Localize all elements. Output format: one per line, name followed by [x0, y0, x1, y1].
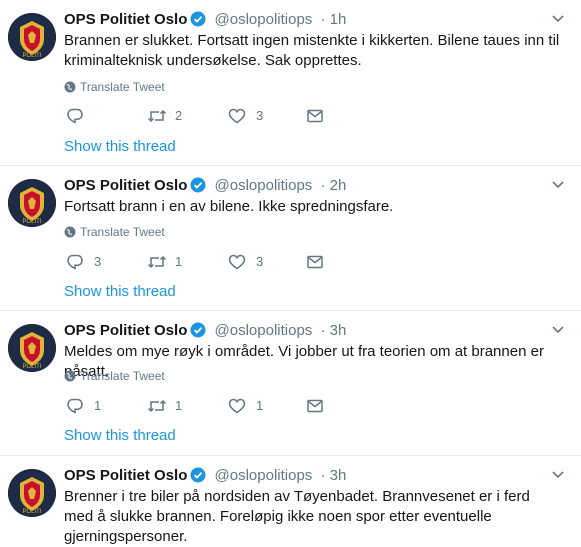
like-count: 3: [256, 108, 264, 123]
author-name[interactable]: OPS Politiet Oslo: [64, 11, 187, 28]
retweet-count: 1: [175, 398, 183, 413]
police-badge-icon: POLITI: [8, 469, 56, 517]
retweet-icon: [147, 109, 167, 123]
globe-icon: [64, 81, 76, 93]
author-name[interactable]: OPS Politiet Oslo: [64, 467, 187, 484]
tweet-actions: 2 3: [64, 106, 364, 126]
police-badge-icon: POLITI: [8, 179, 56, 227]
author-name[interactable]: OPS Politiet Oslo: [64, 322, 187, 339]
show-thread-link[interactable]: Show this thread: [64, 282, 176, 302]
chevron-down-icon[interactable]: [550, 178, 566, 192]
reply-count: 1: [94, 398, 102, 413]
svg-text:POLITI: POLITI: [22, 53, 41, 59]
chevron-down-icon[interactable]: [550, 323, 566, 337]
translate-tweet-link[interactable]: Translate Tweet: [64, 224, 165, 240]
translate-label: Translate Tweet: [80, 80, 165, 94]
like-count: 1: [256, 398, 264, 413]
tweet-timestamp[interactable]: · 3h: [320, 467, 346, 484]
verified-badge-icon: [190, 177, 206, 193]
chevron-down-icon[interactable]: [550, 468, 566, 482]
author-handle[interactable]: @oslopolitiops: [215, 467, 313, 484]
reply-icon: [67, 398, 83, 414]
author-handle[interactable]: @oslopolitiops: [215, 322, 313, 339]
author-handle[interactable]: @oslopolitiops: [215, 177, 313, 194]
avatar[interactable]: POLITI: [8, 13, 56, 61]
reply-count: 3: [94, 254, 102, 269]
tweet-text: Brenner i tre biler på nordsiden av Tøye…: [64, 488, 530, 545]
envelope-icon: [307, 255, 323, 269]
tweet[interactable]: POLITI OPS Politiet Oslo @oslopolitiops …: [0, 0, 581, 165]
heart-icon: [228, 108, 246, 124]
svg-text:POLITI: POLITI: [22, 509, 41, 515]
retweet-icon: [147, 399, 167, 413]
author-handle[interactable]: @oslopolitiops: [215, 11, 313, 28]
avatar[interactable]: POLITI: [8, 469, 56, 517]
tweet-feed: POLITI OPS Politiet Oslo @oslopolitiops …: [0, 0, 581, 545]
police-badge-icon: POLITI: [8, 324, 56, 372]
tweet-text: Brannen er slukket. Fortsatt ingen miste…: [64, 32, 560, 69]
reply-icon: [67, 254, 83, 270]
verified-badge-icon: [190, 322, 206, 338]
tweet-actions: 3 1 3: [64, 252, 364, 272]
chevron-down-icon[interactable]: [550, 12, 566, 26]
envelope-icon: [307, 399, 323, 413]
tweet-timestamp[interactable]: · 1h: [320, 11, 346, 28]
heart-icon: [228, 254, 246, 270]
avatar[interactable]: POLITI: [8, 179, 56, 227]
translate-label: Translate Tweet: [80, 225, 165, 239]
like-count: 3: [256, 254, 264, 269]
retweet-count: 1: [175, 254, 183, 269]
heart-icon: [228, 398, 246, 414]
translate-label: Translate Tweet: [80, 369, 165, 383]
svg-text:POLITI: POLITI: [22, 364, 41, 370]
avatar[interactable]: POLITI: [8, 324, 56, 372]
globe-icon: [64, 370, 76, 382]
tweet[interactable]: POLITI OPS Politiet Oslo @oslopolitiops …: [0, 166, 581, 310]
tweet-timestamp[interactable]: · 3h: [320, 322, 346, 339]
tweet-text: Fortsatt brann i en av bilene. Ikke spre…: [64, 198, 394, 215]
retweet-count: 2: [175, 108, 183, 123]
translate-tweet-link[interactable]: Translate Tweet: [64, 79, 165, 95]
envelope-icon: [307, 109, 323, 123]
show-thread-link[interactable]: Show this thread: [64, 137, 176, 157]
verified-badge-icon: [190, 467, 206, 483]
tweet-timestamp[interactable]: · 2h: [320, 177, 346, 194]
retweet-icon: [147, 255, 167, 269]
tweet[interactable]: POLITI OPS Politiet Oslo @oslopolitiops …: [0, 311, 581, 455]
verified-badge-icon: [190, 11, 206, 27]
tweet-actions: 1 1 1: [64, 396, 364, 416]
reply-icon: [67, 108, 83, 124]
show-thread-link[interactable]: Show this thread: [64, 426, 176, 446]
svg-text:POLITI: POLITI: [22, 219, 41, 225]
translate-tweet-link[interactable]: Translate Tweet: [64, 368, 165, 384]
globe-icon: [64, 226, 76, 238]
tweet[interactable]: POLITI OPS Politiet Oslo @oslopolitiops …: [0, 456, 581, 545]
author-name[interactable]: OPS Politiet Oslo: [64, 177, 187, 194]
police-badge-icon: POLITI: [8, 13, 56, 61]
